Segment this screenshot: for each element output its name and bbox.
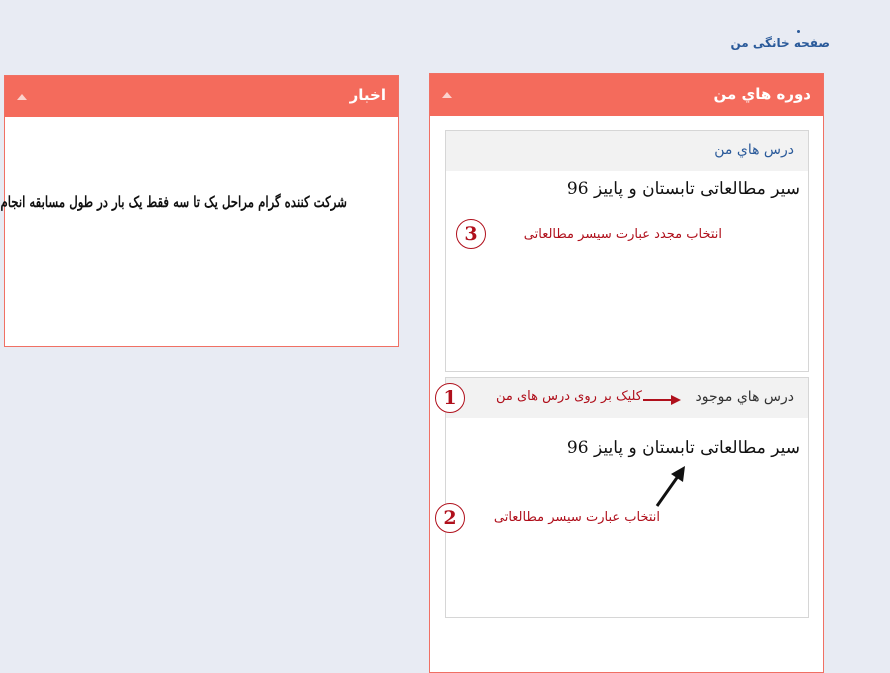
step1-badge: 1 [435, 383, 465, 413]
my-courses-panel-title: دوره هاي من [713, 85, 811, 103]
course-link[interactable]: سیر مطالعاتی تابستان و پاییز 96 [567, 438, 800, 458]
step1-annotation: کلیک بر روی درس های من [495, 389, 642, 404]
available-courses-tab[interactable]: درس هاي موجود [696, 389, 794, 405]
breadcrumb-home-link[interactable]: صفحه خانگی من [700, 36, 830, 50]
my-courses-tab[interactable]: درس هاي من [714, 142, 794, 158]
my-courses-box: درس هاي من سیر مطالعاتی تابستان و پاییز … [445, 130, 809, 372]
caret-up-icon[interactable] [17, 94, 27, 100]
step2-annotation: انتخاب عبارت سیسر مطالعاتی [493, 510, 660, 525]
step3-annotation: انتخاب مجدد عبارت سیسر مطالعاتی [523, 227, 722, 242]
news-panel-title: اخبار [349, 86, 386, 104]
arrow-icon [643, 395, 681, 405]
caret-up-icon[interactable] [442, 92, 452, 98]
arrow-icon [655, 466, 685, 507]
my-courses-panel-header: دوره هاي من [430, 74, 823, 116]
available-courses-box: درس هاي موجود کلیک بر روی درس های من 1 س… [435, 377, 809, 618]
course-link[interactable]: سیر مطالعاتی تابستان و پاییز 96 [567, 179, 800, 199]
my-courses-panel: دوره هاي من درس هاي من سیر مطالعاتی تابس… [429, 73, 824, 673]
news-panel-header: اخبار [5, 76, 398, 117]
news-message: شرکت کننده گرام مراحل یک تا سه فقط یک با… [0, 193, 347, 211]
breadcrumb-dot [797, 30, 800, 33]
my-courses-box-header[interactable]: درس هاي من [446, 131, 808, 171]
step3-badge: 3 [456, 219, 486, 249]
news-panel: اخبار شرکت کننده گرام مراحل یک تا سه فقط… [0, 75, 399, 347]
step2-badge: 2 [435, 503, 465, 533]
